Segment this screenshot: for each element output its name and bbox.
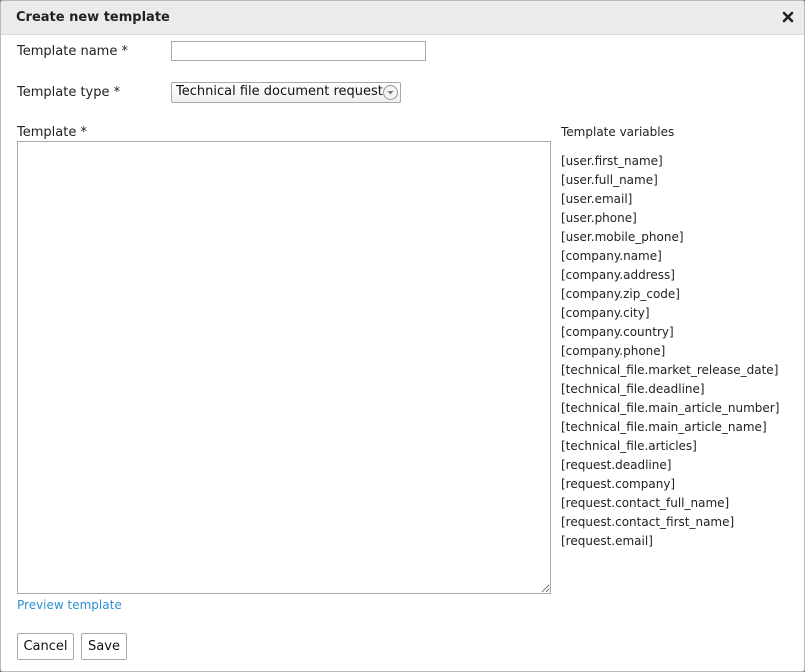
variable-item: [request.contact_full_name] bbox=[561, 496, 730, 510]
template-name-input[interactable] bbox=[171, 41, 426, 61]
dialog-title: Create new template bbox=[16, 10, 170, 25]
preview-template-link[interactable]: Preview template bbox=[17, 598, 122, 612]
variable-item: [company.zip_code] bbox=[561, 287, 680, 301]
variable-item: [request.deadline] bbox=[561, 458, 672, 472]
variable-item: [company.country] bbox=[561, 325, 674, 339]
template-type-value: Technical file document request bbox=[176, 84, 383, 99]
cancel-button[interactable]: Cancel bbox=[17, 633, 74, 660]
variable-item: [user.full_name] bbox=[561, 173, 658, 187]
template-type-label: Template type * bbox=[17, 85, 121, 100]
template-body-textarea[interactable] bbox=[17, 141, 551, 594]
dialog-titlebar: Create new template bbox=[1, 1, 804, 35]
variable-item: [technical_file.main_article_name] bbox=[561, 420, 767, 434]
close-icon[interactable] bbox=[781, 9, 795, 25]
variable-item: [technical_file.main_article_number] bbox=[561, 401, 780, 415]
save-button[interactable]: Save bbox=[81, 633, 127, 660]
variable-item: [user.phone] bbox=[561, 211, 637, 225]
variable-item: [company.phone] bbox=[561, 344, 666, 358]
variable-item: [request.contact_first_name] bbox=[561, 515, 735, 529]
template-body-label: Template * bbox=[17, 125, 87, 140]
template-variables-title: Template variables bbox=[561, 125, 675, 139]
variable-item: [company.address] bbox=[561, 268, 675, 282]
variable-item: [technical_file.market_release_date] bbox=[561, 363, 779, 377]
variable-item: [request.company] bbox=[561, 477, 676, 491]
template-variables-list: [user.first_name] [user.full_name] [user… bbox=[561, 153, 779, 552]
variable-item: [company.city] bbox=[561, 306, 650, 320]
template-name-label: Template name * bbox=[17, 44, 128, 59]
variable-item: [company.name] bbox=[561, 249, 662, 263]
variable-item: [technical_file.deadline] bbox=[561, 382, 705, 396]
variable-item: [user.email] bbox=[561, 192, 633, 206]
variable-item: [technical_file.articles] bbox=[561, 439, 697, 453]
variable-item: [request.email] bbox=[561, 534, 653, 548]
variable-item: [user.first_name] bbox=[561, 154, 663, 168]
variable-item: [user.mobile_phone] bbox=[561, 230, 684, 244]
chevron-down-icon bbox=[383, 85, 398, 100]
create-template-dialog: Create new template Template name * Temp… bbox=[0, 0, 805, 672]
template-type-select[interactable]: Technical file document request bbox=[171, 82, 401, 103]
